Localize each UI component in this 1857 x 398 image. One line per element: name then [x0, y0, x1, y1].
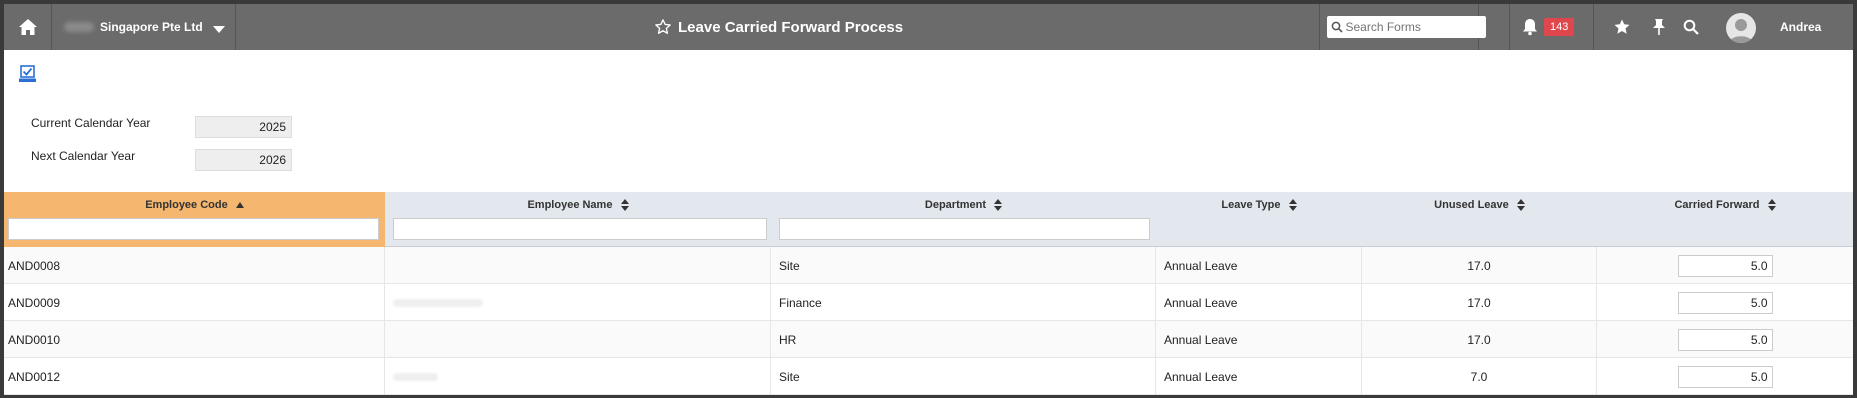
filter-employee-name[interactable] — [393, 218, 767, 240]
cell-department: Site — [771, 358, 1156, 395]
favorites-button[interactable] — [1604, 4, 1640, 50]
checkbox-tray-icon — [19, 65, 36, 82]
leave-table: Employee Code Employee Name Department L… — [4, 192, 1853, 395]
sort-icon — [1516, 199, 1525, 212]
company-selector[interactable]: Singapore Pte Ltd — [54, 4, 236, 50]
cell-department: Finance — [771, 284, 1156, 321]
home-icon — [18, 19, 37, 35]
cell-unused-leave: 17.0 — [1362, 284, 1597, 321]
company-logo-redacted — [64, 22, 94, 32]
column-label: Unused Leave — [1434, 199, 1509, 211]
cell-unused-leave: 17.0 — [1362, 247, 1597, 284]
global-search-button[interactable] — [1676, 4, 1706, 50]
table-row[interactable]: AND0008 Site Annual Leave 17.0 — [4, 247, 1853, 284]
cell-carried-forward — [1597, 358, 1853, 395]
caret-down-icon — [212, 25, 225, 33]
top-navigation-bar: Singapore Pte Ltd Leave Carried Forward … — [4, 4, 1853, 50]
bell-icon — [1523, 19, 1537, 36]
column-label: Employee Code — [145, 199, 228, 211]
cell-employee-code: AND0010 — [4, 321, 385, 358]
column-label: Leave Type — [1221, 199, 1281, 211]
table-header: Employee Code Employee Name Department L… — [4, 192, 1853, 247]
pinned-button[interactable] — [1644, 4, 1674, 50]
sort-icon — [620, 199, 629, 212]
filter-employee-code[interactable] — [8, 218, 379, 240]
cell-employee-name — [385, 358, 771, 395]
avatar[interactable] — [1726, 13, 1756, 43]
carried-forward-input[interactable] — [1677, 365, 1773, 388]
column-header-employee-name[interactable]: Employee Name — [385, 192, 771, 247]
column-header-leave-type[interactable]: Leave Type — [1156, 192, 1362, 247]
cell-employee-code: AND0012 — [4, 358, 385, 395]
magnify-icon — [1683, 19, 1699, 35]
sort-ascending-icon — [235, 202, 244, 209]
column-label: Employee Name — [527, 199, 613, 211]
cell-leave-type: Annual Leave — [1156, 321, 1362, 358]
user-name[interactable]: Andrea — [1780, 4, 1821, 50]
current-year-field[interactable] — [195, 116, 292, 138]
cell-employee-name — [385, 284, 771, 321]
redacted-name — [393, 298, 483, 307]
filter-department[interactable] — [779, 218, 1150, 240]
cell-leave-type: Annual Leave — [1156, 358, 1362, 395]
next-year-field[interactable] — [195, 149, 292, 171]
cell-employee-name — [385, 247, 771, 284]
company-name: Singapore Pte Ltd — [100, 20, 203, 34]
cell-employee-name — [385, 321, 771, 358]
notifications-button[interactable]: 143 — [1509, 4, 1594, 50]
column-header-employee-code[interactable]: Employee Code — [4, 192, 385, 247]
cell-carried-forward — [1597, 284, 1853, 321]
cell-unused-leave: 7.0 — [1362, 358, 1597, 395]
avatar-icon — [1729, 19, 1753, 43]
redacted-name — [393, 372, 438, 381]
carried-forward-input[interactable] — [1677, 254, 1773, 277]
cell-employee-code: AND0009 — [4, 284, 385, 321]
search-forms-box[interactable] — [1326, 16, 1486, 38]
notification-count-badge: 143 — [1544, 18, 1575, 36]
search-forms-input[interactable] — [1345, 20, 1486, 34]
carried-forward-input[interactable] — [1677, 328, 1773, 351]
search-icon — [1331, 21, 1343, 33]
column-header-department[interactable]: Department — [771, 192, 1156, 247]
column-label: Department — [924, 199, 987, 211]
star-icon — [1614, 19, 1630, 34]
cell-employee-code: AND0008 — [4, 247, 385, 284]
cell-unused-leave: 17.0 — [1362, 321, 1597, 358]
cell-carried-forward — [1597, 247, 1853, 284]
star-outline-icon[interactable] — [654, 18, 672, 36]
cell-department: HR — [771, 321, 1156, 358]
sort-icon — [994, 199, 1003, 212]
column-header-carried-forward[interactable]: Carried Forward — [1597, 192, 1853, 247]
cell-carried-forward — [1597, 321, 1853, 358]
next-year-label: Next Calendar Year — [31, 149, 136, 163]
cell-leave-type: Annual Leave — [1156, 247, 1362, 284]
current-year-label: Current Calendar Year — [31, 116, 151, 130]
process-button[interactable] — [18, 64, 38, 84]
table-row[interactable]: AND0012 Site Annual Leave 7.0 — [4, 358, 1853, 395]
table-row[interactable]: AND0010 HR Annual Leave 17.0 — [4, 321, 1853, 358]
page-title: Leave Carried Forward Process — [654, 4, 903, 50]
page-title-text: Leave Carried Forward Process — [678, 18, 904, 36]
cell-department: Site — [771, 247, 1156, 284]
search-forms-area — [1319, 4, 1486, 50]
home-button[interactable] — [4, 4, 52, 50]
sort-icon — [1767, 199, 1776, 212]
column-label: Carried Forward — [1674, 199, 1760, 211]
carried-forward-input[interactable] — [1677, 291, 1773, 314]
table-body: AND0008 Site Annual Leave 17.0 AND0009 F… — [4, 247, 1853, 395]
column-header-unused-leave[interactable]: Unused Leave — [1362, 192, 1597, 247]
table-row[interactable]: AND0009 Finance Annual Leave 17.0 — [4, 284, 1853, 321]
sort-icon — [1288, 199, 1297, 212]
cell-leave-type: Annual Leave — [1156, 284, 1362, 321]
pin-icon — [1653, 19, 1665, 35]
